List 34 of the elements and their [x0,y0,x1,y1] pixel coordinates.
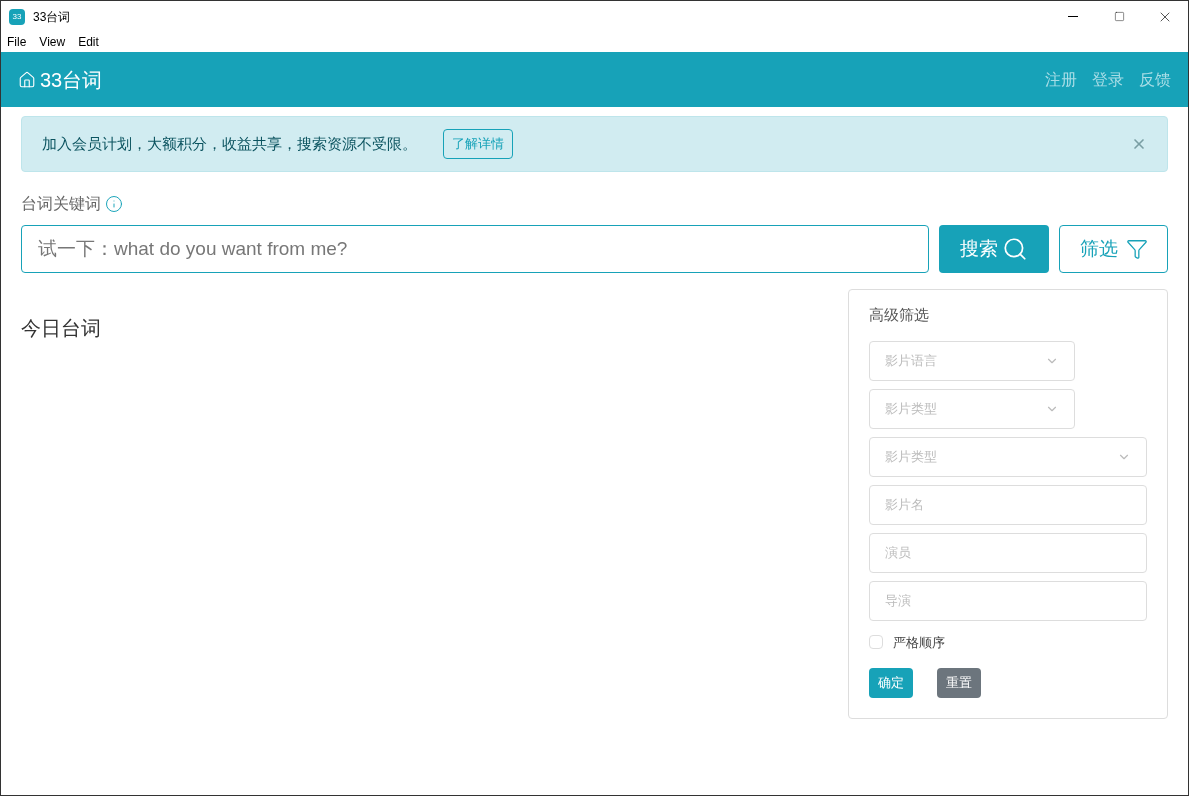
reset-button[interactable]: 重置 [937,668,981,698]
confirm-button[interactable]: 确定 [869,668,913,698]
menu-item[interactable]: File [7,33,27,51]
select-field[interactable]: 影片类型 [869,436,1147,477]
details-button[interactable]: 了解详情 [443,129,513,159]
panel-title: 高级筛选 [869,305,930,325]
select-field[interactable]: 影片类型 [869,388,1075,429]
alert-text: 加入会员计划，大额积分，收益共享，搜索资源不受限。 [42,133,417,154]
maximize-icon [1113,11,1125,22]
checkbox[interactable] [869,635,883,650]
checkbox-label: 严格顺序 [893,633,945,652]
home-link[interactable]: 33台词 [18,64,103,95]
search-icon [1002,236,1028,262]
app-icon: 33 [9,8,25,25]
filter-icon [1125,238,1148,260]
search-button[interactable]: 搜索 [939,225,1049,273]
nav-link[interactable]: 反馈 [1139,67,1171,92]
section-title: 今日台词 [21,317,101,339]
menu-item[interactable]: View [39,33,66,51]
field-label: 台词关键词 [21,194,101,214]
window-title: 33台词 [33,8,71,26]
nav-link[interactable]: 注册 [1045,67,1077,92]
close-icon[interactable] [1131,136,1147,152]
menu-item[interactable]: Edit [78,33,99,51]
minimize-icon [1068,16,1078,17]
text-field[interactable]: 演员 [869,532,1147,573]
filter-button[interactable]: 筛选 [1059,225,1168,273]
info-icon[interactable] [105,195,123,213]
text-field[interactable]: 导演 [869,580,1147,621]
nav-link[interactable]: 登录 [1092,67,1124,92]
select-field[interactable]: 影片语言 [869,340,1075,381]
keyword-input[interactable]: 试一下：what do you want from me? [21,225,929,273]
text-field[interactable]: 影片名 [869,484,1147,525]
home-icon [18,70,36,89]
